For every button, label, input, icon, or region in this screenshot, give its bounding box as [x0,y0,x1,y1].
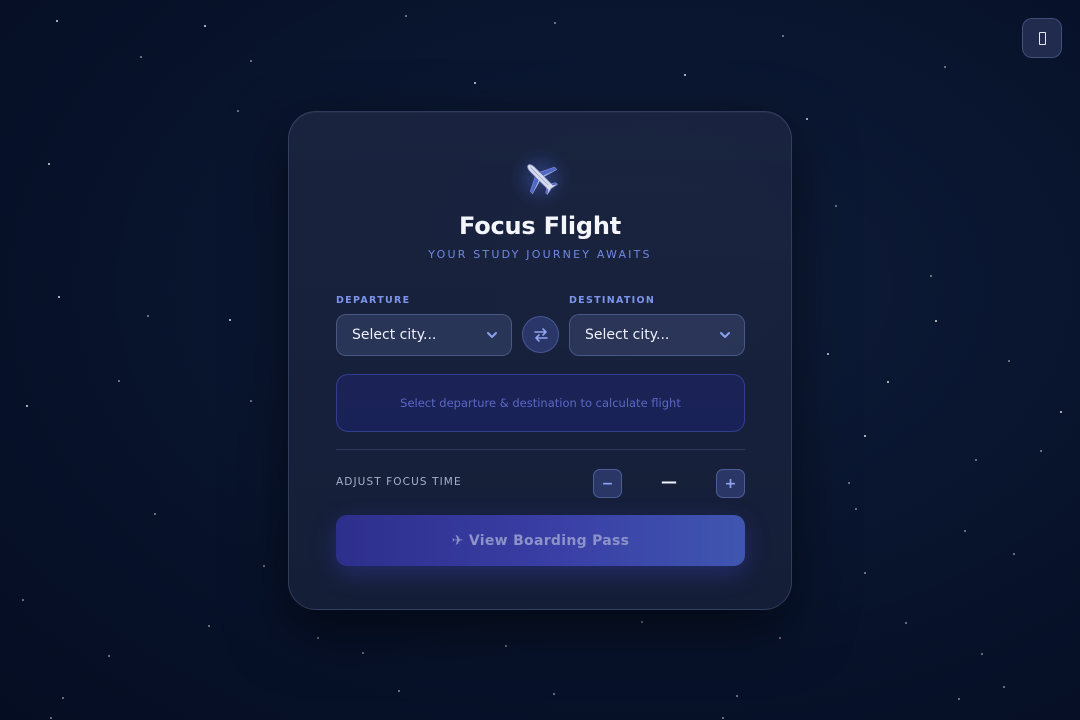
swap-cities-button[interactable] [522,316,559,353]
unknown-glyph-icon [1038,31,1046,45]
view-boarding-pass-label: ✈ View Boarding Pass [451,532,630,549]
top-right-toggle-button[interactable] [1022,18,1062,58]
flight-card: Focus Flight YOUR STUDY JOURNEY AWAITS D… [288,111,792,610]
destination-value: Select city... [585,327,670,343]
increase-focus-time-button[interactable]: + [716,469,745,498]
focus-time-label: ADJUST FOCUS TIME [336,476,462,488]
focus-time-value: — [661,472,677,491]
swap-arrows-icon [533,327,548,342]
destination-label: DESTINATION [569,295,656,306]
app-subtitle: YOUR STUDY JOURNEY AWAITS [428,248,652,261]
departure-label: DEPARTURE [336,295,411,306]
app-title: Focus Flight [458,212,622,240]
flight-info-box: Select departure & destination to calcul… [336,374,745,432]
flight-info-text: Select departure & destination to calcul… [400,396,681,410]
destination-select[interactable]: Select city... [569,314,745,356]
chevron-down-icon [720,332,730,338]
departure-value: Select city... [352,327,437,343]
view-boarding-pass-button[interactable]: ✈ View Boarding Pass [336,515,745,566]
chevron-down-icon [487,332,497,338]
departure-select[interactable]: Select city... [336,314,512,356]
airplane-icon [511,148,571,208]
divider [336,449,745,450]
decrease-focus-time-button[interactable]: − [593,469,622,498]
